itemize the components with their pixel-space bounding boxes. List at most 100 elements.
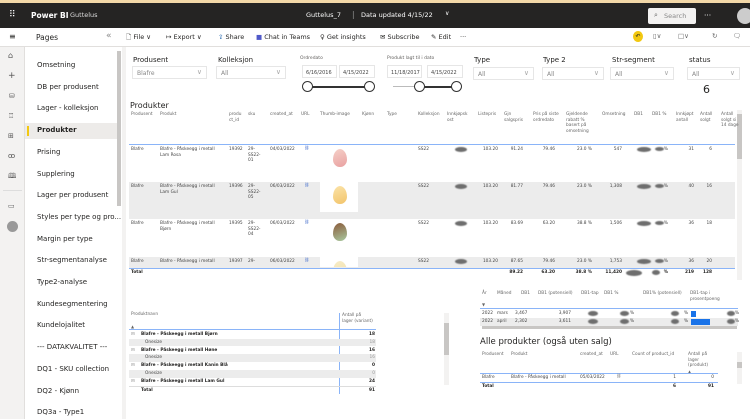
alle-scrollbar[interactable] [737, 352, 742, 384]
page-item[interactable]: --- DATAKVALITET --- [37, 343, 107, 351]
column-header[interactable]: Omsetning [602, 112, 626, 118]
link-icon[interactable]: ⛓ [304, 258, 309, 264]
column-header[interactable]: DB1% (potensiell) [643, 291, 682, 297]
page-item[interactable]: Styles per type og pro... [37, 213, 121, 221]
link-icon[interactable]: ⛓ [304, 220, 309, 226]
column-header[interactable]: URL [610, 352, 619, 358]
column-header[interactable]: Kjønn [362, 112, 374, 118]
get-insights-button[interactable]: ♀ Get insights [320, 33, 366, 41]
collapse-pages-icon[interactable]: « [106, 31, 112, 41]
column-header[interactable]: created_at [270, 112, 293, 118]
page-item[interactable]: Margin per type [37, 235, 93, 243]
page-item[interactable]: Supplering [37, 170, 75, 178]
workspace-icon[interactable] [7, 221, 18, 232]
page-item[interactable]: Omsetning [37, 61, 75, 69]
column-header[interactable]: DB1 [634, 112, 643, 118]
page-item[interactable]: DB per produsent [37, 83, 99, 91]
edit-button[interactable]: ✎ Edit [431, 33, 451, 41]
lagt-til-slider-end[interactable] [451, 81, 462, 92]
page-item[interactable]: Produkter [37, 126, 77, 134]
link-icon[interactable]: ⛓ [616, 374, 621, 380]
page-item[interactable]: Str-segmentanalyse [37, 256, 107, 264]
column-header[interactable]: Antall på lager (produkt) [688, 352, 708, 369]
ordredato-slider-start[interactable] [302, 81, 313, 92]
page-item[interactable]: Kundelojalitet [37, 321, 85, 329]
column-header[interactable]: Måned [497, 291, 511, 297]
matrix-row-label[interactable]: Blafre - Påskeegg i metall Kanin Blå [141, 363, 228, 369]
collapse-icon[interactable]: ⊟ [131, 363, 135, 369]
collapse-icon[interactable]: ⊟ [131, 332, 135, 338]
column-header[interactable]: DB1 % [604, 291, 618, 297]
column-header[interactable]: URL [301, 112, 310, 118]
page-item[interactable]: Type2-analyse [37, 278, 87, 286]
page-item[interactable]: Kundesegmentering [37, 300, 108, 308]
learn-icon[interactable]: 🕮 [8, 172, 16, 183]
datasets-icon[interactable]: ⛁ [9, 92, 15, 100]
bookmark-icon[interactable]: ▯∨ [653, 32, 661, 40]
column-header[interactable]: Produkt [511, 352, 527, 358]
page-item[interactable]: DQ3a - Type1 [37, 408, 84, 416]
lager-scrollbar[interactable] [444, 313, 449, 385]
lagt-til-from[interactable]: 11/18/2017 [387, 65, 422, 78]
share-button[interactable]: ⇪ Share [218, 33, 244, 41]
workspaces-icon[interactable]: ▭ [8, 202, 15, 210]
hamburger-icon[interactable]: ≡ [9, 32, 16, 41]
column-header[interactable]: Gjn salgspris [504, 112, 523, 123]
refresh-icon[interactable]: ↻ [712, 32, 717, 40]
column-header[interactable]: DB1 (potensiell) [538, 291, 573, 297]
column-header[interactable]: DB1-tap [581, 291, 599, 297]
reset-icon[interactable]: ↶ [633, 31, 643, 42]
column-header[interactable]: Count of product_id [632, 352, 674, 358]
ordredato-from[interactable]: 6/16/2016 [302, 65, 337, 78]
column-header[interactable]: created_at [580, 352, 603, 358]
matrix-row-label[interactable]: Onesize [145, 355, 162, 361]
matrix-row-label[interactable]: Onesize [145, 371, 162, 377]
page-item[interactable]: Lager - kolleksjon [37, 104, 98, 112]
column-header[interactable]: Produsent [131, 112, 153, 118]
toolbar-more[interactable]: ··· [460, 33, 466, 41]
column-header[interactable]: Antall på lager (variant) [342, 313, 373, 324]
matrix-row-label[interactable]: Blafre - Påskeegg i metall Lam Gul [141, 379, 224, 385]
column-header[interactable]: Innkjøpsk ost [447, 112, 467, 123]
column-header[interactable]: DB1-tap i prosentpoeng [690, 291, 720, 302]
status-dropdown[interactable]: All ∨ [687, 67, 740, 80]
matrix-row-label[interactable]: Blafre - Påskeegg i metall Bjørn [141, 332, 218, 338]
link-icon[interactable]: ⛓ [304, 183, 309, 189]
file-menu[interactable]: 🗋 File ∨ [126, 33, 151, 44]
column-header[interactable]: Thumb-image [320, 112, 350, 118]
column-header[interactable]: Antall solgt [700, 112, 712, 123]
home-icon[interactable]: ⌂ [8, 51, 13, 60]
collapse-icon[interactable]: ⊟ [131, 348, 135, 354]
subscribe-button[interactable]: ✉ Subscribe [380, 33, 419, 41]
column-header[interactable]: DB1 [521, 291, 530, 297]
column-header[interactable]: Pris på siste ordredato [533, 112, 559, 123]
column-header[interactable]: Produkt [160, 112, 176, 118]
metrics-icon[interactable]: ꝏ [8, 152, 15, 160]
column-header[interactable]: Innkjøpt antall [676, 112, 693, 123]
link-icon[interactable]: ⛓ [304, 146, 309, 152]
page-item[interactable]: DQ1 - SKU collection [37, 365, 109, 373]
goals-icon[interactable]: ♖ [8, 112, 14, 120]
pages-scrollbar[interactable] [117, 51, 121, 206]
workspace-name[interactable]: Guttelus [70, 11, 98, 19]
column-header[interactable]: Gjeldende rabatt % basert på omsetning [566, 112, 589, 134]
matrix-row-label[interactable]: Onesize [145, 340, 162, 346]
kolleksjon-dropdown[interactable]: All ∨ [216, 66, 286, 79]
lagt-til-slider-start[interactable] [414, 81, 425, 92]
chevron-down-icon[interactable]: ∨ [445, 10, 449, 17]
data-updated[interactable]: Data updated 4/15/22 [361, 11, 433, 19]
lagt-til-to[interactable]: 4/15/2022 [427, 65, 463, 78]
column-header[interactable]: produ ct_id [229, 112, 241, 123]
column-header[interactable]: Produsent [482, 352, 504, 358]
matrix-row-label[interactable]: Blafre - Påskeegg i metall Høne [141, 348, 217, 354]
app-launcher-icon[interactable]: ⠿ [9, 10, 16, 20]
more-options[interactable]: ··· [704, 11, 711, 20]
page-item[interactable]: Lager per produsent [37, 191, 108, 199]
column-header[interactable]: sku [248, 112, 255, 118]
view-icon[interactable]: □∨ [678, 32, 689, 40]
str-segment-dropdown[interactable]: All ∨ [610, 67, 674, 80]
collapse-icon[interactable]: ⊟ [131, 379, 135, 385]
page-item[interactable]: Prising [37, 148, 60, 156]
ordredato-slider-end[interactable] [364, 81, 375, 92]
chat-in-teams-button[interactable]: ■ Chat in Teams [256, 33, 310, 41]
